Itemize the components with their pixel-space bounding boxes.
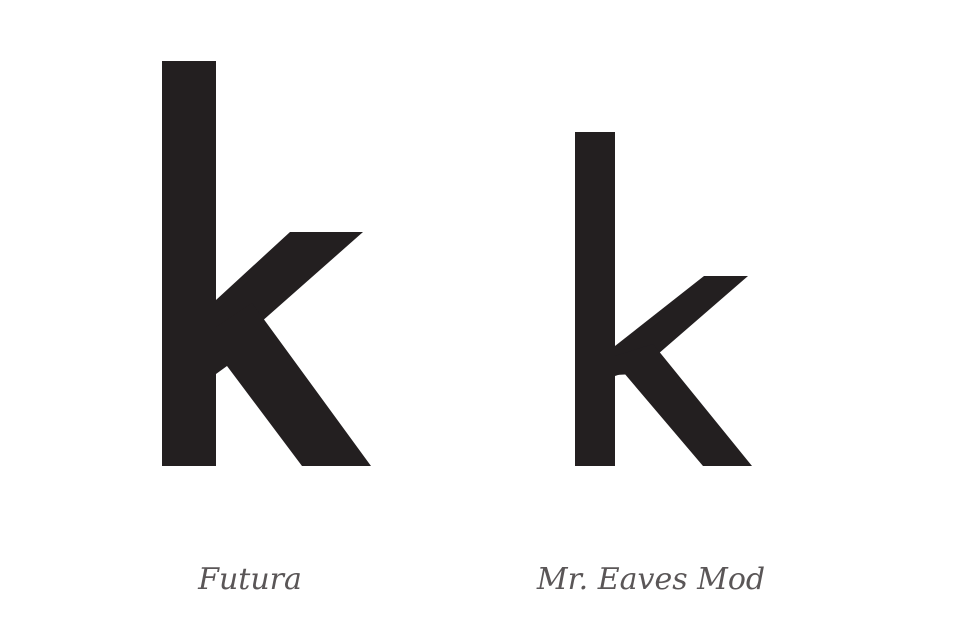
futura-k-glyph <box>162 61 371 466</box>
mr-eaves-k-leg <box>615 344 752 466</box>
futura-k-stem <box>162 61 216 466</box>
futura-caption: Futura <box>198 562 302 597</box>
futura-k-leg <box>216 303 371 466</box>
mr-eaves-mod-k-glyph <box>575 132 752 466</box>
mr-eaves-k-stem <box>575 132 615 466</box>
mr-eaves-mod-caption: Mr. Eaves Mod <box>536 562 766 597</box>
glyph-comparison <box>162 61 752 466</box>
